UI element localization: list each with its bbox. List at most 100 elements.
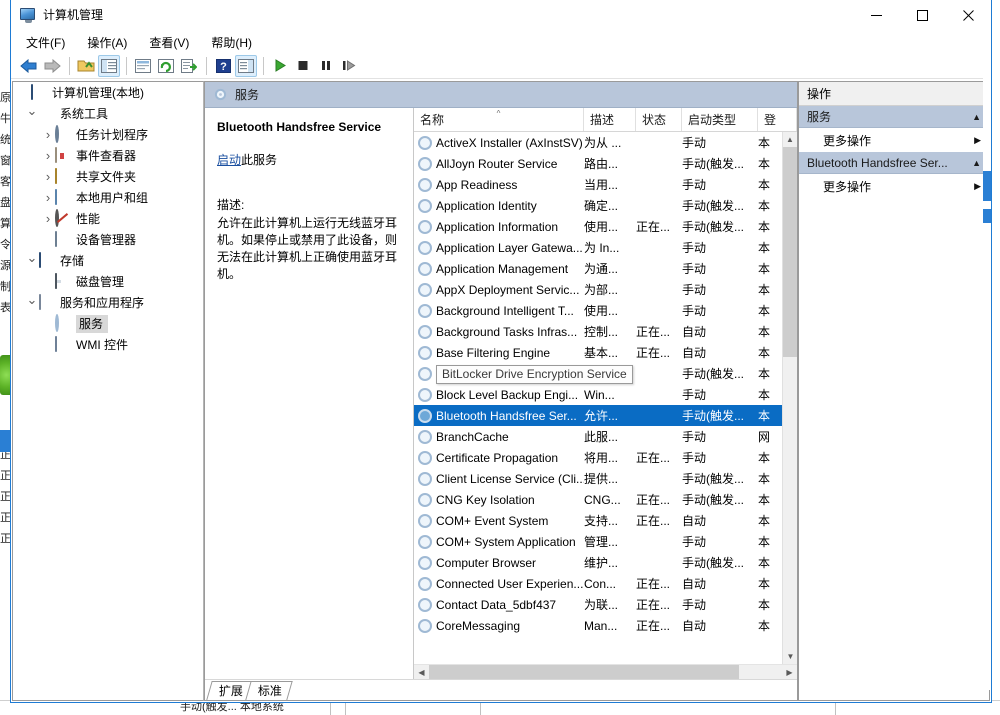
service-name-cell: Base Filtering Engine [414,346,584,360]
menu-action[interactable]: 操作(A) [82,32,136,53]
table-row[interactable]: CoreMessagingMan...正在...自动本 [414,615,797,636]
close-button[interactable] [945,0,991,31]
horizontal-scroll-thumb[interactable] [429,665,739,679]
table-row[interactable]: BranchCache此服...手动网 [414,426,797,447]
action-more-actions-services-label: 更多操作 [823,132,871,149]
table-row[interactable]: CNG Key IsolationCNG...正在...手动(触发...本 [414,489,797,510]
chevron-down-icon[interactable] [25,254,39,267]
vertical-scroll-thumb[interactable] [783,147,797,357]
forward-icon[interactable] [41,55,63,77]
start-service-link[interactable]: 启动 [217,153,241,167]
table-row[interactable]: AllJoyn Router Service路由...手动(触发...本 [414,153,797,174]
tree-system-tools[interactable]: 系统工具 [13,103,203,124]
table-row[interactable]: Contact Data_5dbf437为联...正在...手动本 [414,594,797,615]
table-row[interactable]: Application Layer Gatewa...为 In...手动本 [414,237,797,258]
tree-services[interactable]: 服务 [13,313,203,334]
tree-shared-folders[interactable]: 共享文件夹 [13,166,203,187]
column-startup-type[interactable]: 启动类型 [682,108,758,131]
table-row[interactable]: Application Identity确定...手动(触发...本 [414,195,797,216]
column-description-label: 描述 [590,111,614,128]
table-row[interactable]: Bluetooth Handsfree Ser...允许...手动(触发...本 [414,405,797,426]
maximize-button[interactable] [899,0,945,31]
restart-service-icon[interactable] [338,55,360,77]
tree-event-viewer[interactable]: 事件查看器 [13,145,203,166]
scroll-up-icon[interactable]: ▲ [783,132,797,147]
actions-group-bluetooth-handsfree-service[interactable]: Bluetooth Handsfree Ser... ▲ [799,152,989,174]
stop-service-icon[interactable] [292,55,314,77]
table-row[interactable]: App Readiness当用...手动本 [414,174,797,195]
table-row[interactable]: Application Management为通...手动本 [414,258,797,279]
actions-group-services[interactable]: 服务 ▲ [799,106,989,128]
menu-file[interactable]: 文件(F) [21,32,74,53]
tree-device-manager[interactable]: 设备管理器 [13,229,203,250]
list-rows[interactable]: ActiveX Installer (AxInstSV)为从 ...手动本All… [414,132,797,664]
chevron-right-icon[interactable] [41,170,55,183]
chevron-down-icon[interactable] [25,296,39,309]
minimize-button[interactable] [853,0,899,31]
scroll-down-icon[interactable]: ▼ [783,649,797,664]
menu-view[interactable]: 查看(V) [144,32,198,53]
chevron-right-icon[interactable] [41,191,55,204]
up-folder-icon[interactable] [75,55,97,77]
table-row[interactable]: Block Level Backup Engi...Win...手动本 [414,384,797,405]
properties-icon[interactable] [132,55,154,77]
console-tree[interactable]: 计算机管理(本地) 系统工具 任务计划程序 事件查看器 共享文件夹 [12,81,204,701]
table-row[interactable]: ActiveX Installer (AxInstSV)为从 ...手动本 [414,132,797,153]
table-row[interactable]: COM+ Event System支持...正在...自动本 [414,510,797,531]
column-description[interactable]: 描述 [584,108,636,131]
help-icon[interactable]: ? [212,55,234,77]
column-status[interactable]: 状态 [636,108,682,131]
chevron-down-icon[interactable] [25,107,39,120]
table-row[interactable]: Computer Browser维护...手动(触发...本 [414,552,797,573]
table-row[interactable]: BitLocker Drive Encryption Se…手动(触发...本B… [414,363,797,384]
pause-service-icon[interactable] [315,55,337,77]
menu-help[interactable]: 帮助(H) [206,32,261,53]
chevron-right-icon[interactable] [41,212,55,225]
service-name-text: CoreMessaging [436,619,520,633]
chevron-right-icon[interactable] [41,128,55,141]
service-name-cell: Background Intelligent T... [414,304,584,318]
tree-item-label: 服务和应用程序 [60,295,144,311]
export-list-icon[interactable] [178,55,200,77]
table-row[interactable]: Connected User Experien...Con...正在...自动本 [414,573,797,594]
list-horizontal-scrollbar[interactable]: ◀ ▶ [414,664,797,679]
chevron-up-icon[interactable]: ▲ [972,112,981,122]
tree-performance[interactable]: 性能 [13,208,203,229]
refresh-icon[interactable] [155,55,177,77]
tree-services-and-applications[interactable]: 服务和应用程序 [13,292,203,313]
tree-task-scheduler[interactable]: 任务计划程序 [13,124,203,145]
show-hide-console-tree-icon[interactable] [98,55,120,77]
table-row[interactable]: AppX Deployment Servic...为部...手动本 [414,279,797,300]
column-log-on-as-label: 登 [764,111,776,128]
horizontal-scroll-track[interactable] [429,665,782,679]
tab-standard[interactable]: 标准 [245,681,292,700]
table-row[interactable]: Base Filtering Engine基本...正在...自动本 [414,342,797,363]
tree-disk-management[interactable]: 磁盘管理 [13,271,203,292]
tree-computer-management-local[interactable]: 计算机管理(本地) [13,82,203,103]
performance-icon [55,211,71,227]
tree-wmi-control[interactable]: WMI 控件 [13,334,203,355]
table-row[interactable]: Certificate Propagation将用...正在...手动本 [414,447,797,468]
scroll-left-icon[interactable]: ◀ [414,665,429,679]
start-service-icon[interactable] [269,55,291,77]
table-row[interactable]: Application Information使用...正在...手动(触发..… [414,216,797,237]
action-more-actions-services[interactable]: 更多操作 ▶ [799,128,989,152]
scroll-right-icon[interactable]: ▶ [782,665,797,679]
list-vertical-scrollbar[interactable]: ▲ ▼ [782,132,797,664]
action-more-actions-selected[interactable]: 更多操作 ▶ [799,174,989,198]
tree-local-users-groups[interactable]: 本地用户和组 [13,187,203,208]
back-icon[interactable] [18,55,40,77]
chevron-up-icon[interactable]: ▲ [972,158,981,168]
tree-storage[interactable]: 存储 [13,250,203,271]
service-startup-type-cell: 手动(触发... [682,197,758,214]
column-log-on-as[interactable]: 登 [758,108,797,131]
actions-pane: 操作 服务 ▲ 更多操作 ▶ Bluetooth Handsfree Ser..… [798,81,990,701]
table-row[interactable]: COM+ System Application管理...手动本 [414,531,797,552]
column-name[interactable]: 名称 ^ [414,108,584,131]
table-row[interactable]: Background Tasks Infras...控制...正在...自动本 [414,321,797,342]
chevron-right-icon[interactable] [41,149,55,162]
show-hide-action-pane-icon[interactable] [235,55,257,77]
service-name-text: Connected User Experien... [436,577,583,591]
table-row[interactable]: Client License Service (Cli...提供...手动(触发… [414,468,797,489]
table-row[interactable]: Background Intelligent T...使用...手动本 [414,300,797,321]
